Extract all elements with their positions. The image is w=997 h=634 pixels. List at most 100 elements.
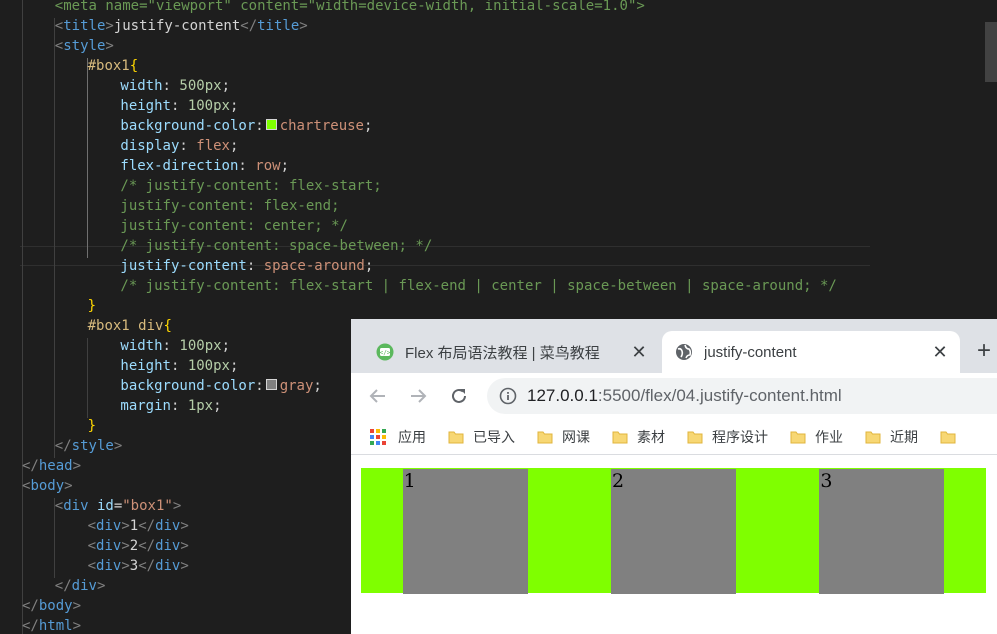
code-token: div	[155, 518, 181, 534]
code-token: :	[170, 398, 188, 414]
code-token: height	[120, 358, 171, 374]
code-line: /* justify-content: flex-start | flex-en…	[120, 276, 836, 296]
color-swatch[interactable]	[265, 119, 277, 130]
code-token: <	[87, 538, 97, 554]
bookmark-item[interactable]: 素材	[612, 427, 665, 447]
browser-toolbar: 127.0.0.1:5500/flex/04.justify-content.h…	[351, 373, 997, 419]
code-token: 500px	[179, 78, 222, 94]
code-token: body	[38, 598, 73, 614]
code-token: <	[54, 498, 64, 514]
address-bar[interactable]: 127.0.0.1:5500/flex/04.justify-content.h…	[487, 378, 997, 414]
info-icon[interactable]	[499, 387, 517, 405]
bookmark-item[interactable]: 网课	[537, 427, 590, 447]
code-token: head	[38, 458, 73, 474]
code-line: }	[88, 296, 96, 316]
code-line: justify-content: flex-end;	[120, 196, 339, 216]
code-token: >	[64, 478, 73, 494]
code-line: </head>	[22, 456, 81, 476]
close-icon[interactable]: ✕	[930, 342, 950, 363]
code-token: style	[63, 38, 106, 54]
code-token: div	[63, 498, 97, 514]
code-line: </html>	[22, 616, 81, 634]
folder-icon	[790, 431, 806, 443]
code-line: display: flex;	[120, 136, 238, 156]
code-token: </	[240, 18, 258, 34]
code-token: :	[246, 258, 264, 274]
code-token: </	[138, 558, 156, 574]
close-icon[interactable]: ✕	[629, 342, 649, 363]
bookmark-item[interactable]: 已导入	[448, 427, 515, 447]
browser-window: </> Flex 布局语法教程 | 菜鸟教程 ✕ justify-content…	[351, 319, 997, 634]
flex-container-box1: 123	[361, 468, 986, 594]
code-token: display	[120, 138, 180, 154]
code-line: background-color: gray;	[120, 376, 321, 396]
code-line: width: 100px;	[120, 336, 230, 356]
code-token: div	[96, 518, 122, 534]
code-token: body	[30, 478, 65, 494]
url-text: 127.0.0.1:5500/flex/04.justify-content.h…	[527, 386, 842, 406]
bookmark-item[interactable]: 作业	[790, 427, 843, 447]
code-token: >	[172, 498, 182, 514]
code-token: 2	[129, 538, 139, 554]
code-line: background-color: chartreuse;	[120, 116, 372, 136]
code-token: background-color	[120, 118, 256, 134]
code-line: justify-content: space-around;	[120, 256, 373, 276]
code-line: width: 500px;	[120, 76, 230, 96]
code-token: ;	[280, 158, 289, 174]
color-swatch[interactable]	[265, 379, 277, 390]
code-token: ;	[213, 398, 222, 414]
code-token: <	[87, 558, 97, 574]
bookmark-label: 近期	[890, 428, 918, 445]
bookmark-label: 程序设计	[712, 428, 768, 445]
code-token: >	[121, 518, 130, 534]
code-token: >	[180, 538, 189, 554]
code-token: div	[96, 538, 122, 554]
arrow-left-icon	[369, 389, 385, 403]
code-token: ;	[313, 378, 322, 394]
bookmark-item[interactable]: 程序设计	[687, 427, 768, 447]
code-token: <	[87, 518, 97, 534]
code-token: 1	[129, 518, 139, 534]
reload-button[interactable]	[446, 383, 472, 409]
code-line: </body>	[22, 596, 81, 616]
code-line: }	[88, 416, 96, 436]
code-token: </	[54, 438, 72, 454]
code-token: /* justify-content: flex-start | flex-en…	[120, 278, 837, 294]
code-token: id	[96, 498, 114, 514]
code-token: flex-direction	[120, 158, 239, 174]
forward-button[interactable]	[405, 383, 431, 409]
code-token: :	[170, 358, 188, 374]
bookmark-item[interactable]: 近期	[865, 427, 918, 447]
code-token: ;	[229, 358, 239, 374]
code-token: flex	[196, 138, 230, 154]
bookmark-item[interactable]: 应用	[351, 427, 426, 447]
code-line: <div>1</div>	[88, 516, 189, 536]
folder-icon	[537, 431, 553, 443]
flex-item: 2	[610, 469, 736, 594]
code-token: :	[238, 158, 256, 174]
tab-justify-content[interactable]: justify-content ✕	[662, 331, 960, 373]
code-token: </	[22, 598, 39, 614]
code-token: </	[138, 538, 156, 554]
code-token: /* justify-content: space-between; */	[120, 238, 433, 254]
back-button[interactable]	[365, 383, 391, 409]
code-token: div	[155, 538, 181, 554]
editor-scrollbar[interactable]	[985, 22, 997, 82]
tab-flex-tutorial[interactable]: </> Flex 布局语法教程 | 菜鸟教程 ✕	[363, 331, 659, 373]
reload-icon	[452, 388, 466, 403]
bookmark-item[interactable]	[940, 429, 965, 445]
code-line: height: 100px;	[120, 356, 238, 376]
code-token: >	[113, 438, 123, 454]
code-token: div	[155, 558, 181, 574]
new-tab-button[interactable]: +	[977, 339, 991, 363]
code-token: justify-content	[113, 18, 241, 34]
code-token: 3	[129, 558, 139, 574]
folder-icon	[448, 431, 464, 443]
url-host: 127.0.0.1	[527, 386, 598, 405]
code-token: ;	[364, 258, 374, 274]
code-line: margin: 1px;	[120, 396, 221, 416]
tab-title: justify-content	[704, 343, 797, 361]
code-token: 100px	[187, 98, 230, 114]
code-token: gray	[279, 378, 314, 394]
code-line: justify-content: center; */	[120, 216, 348, 236]
